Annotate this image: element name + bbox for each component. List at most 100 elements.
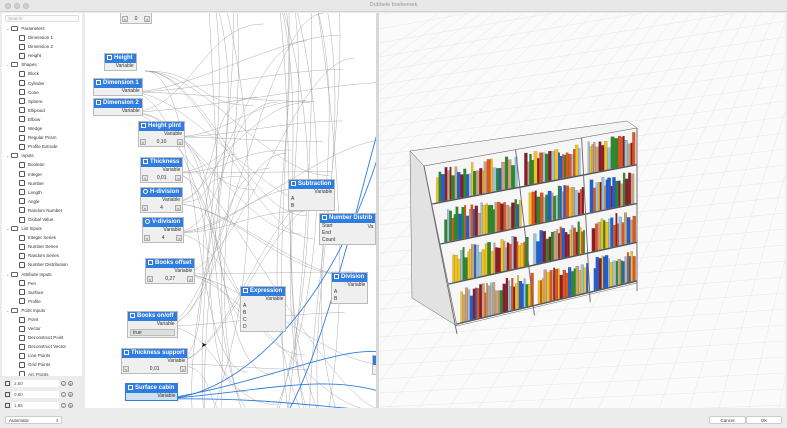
node-subtraction[interactable]: Subtraction Variable AB <box>288 179 336 211</box>
library-item[interactable]: Ellipsoid <box>2 106 82 115</box>
stepper[interactable]: <0,01 > <box>122 365 187 373</box>
minus-icon[interactable]: − <box>61 403 66 408</box>
node-h-division[interactable]: H-division Variable <4 > <box>140 187 184 213</box>
node-height-plint[interactable]: Height plint Variable <0,10 > <box>138 121 185 147</box>
library-item[interactable]: Integer Series <box>2 233 82 242</box>
input-port[interactable]: End <box>320 230 375 237</box>
library-item[interactable]: Regular Prism <box>2 133 82 142</box>
increment-button[interactable]: > <box>176 235 183 241</box>
library-item[interactable]: Block <box>2 69 82 78</box>
minus-icon[interactable]: − <box>61 381 66 386</box>
stepper[interactable]: <0,01 > <box>141 174 182 182</box>
node-expression[interactable]: Expression Variable ABCD <box>240 286 287 332</box>
library-item[interactable]: Cylinder <box>2 79 82 88</box>
library-item[interactable]: Length <box>2 188 82 197</box>
library-item[interactable]: Deconstruct Vector <box>2 342 82 351</box>
node-dimension-2[interactable]: Dimension 2 Variable <box>93 98 143 116</box>
decrement-button[interactable]: < <box>144 235 150 241</box>
chevron-down-icon[interactable]: ⌄ <box>6 60 9 69</box>
library-item[interactable]: Global Value <box>2 215 82 224</box>
stepper[interactable]: <4 > <box>141 204 182 212</box>
chevron-down-icon[interactable]: ⌄ <box>6 270 9 279</box>
output-port[interactable]: Variable <box>105 63 136 70</box>
output-port[interactable]: Variable <box>94 108 142 115</box>
category-shapes[interactable]: ⌄ Shapes <box>2 60 82 69</box>
output-port[interactable]: Variable <box>141 167 182 174</box>
library-item[interactable]: Random Series <box>2 251 82 260</box>
options-icon[interactable]: ≡ <box>68 381 73 386</box>
library-item[interactable]: Grid Points <box>2 360 82 369</box>
library-item[interactable]: Integer <box>2 170 82 179</box>
node-thickness-support[interactable]: Thickness support Variable <0,01 > <box>121 348 189 374</box>
output-port[interactable]: Variable <box>94 88 142 95</box>
library-item[interactable]: Random Number <box>2 206 82 215</box>
library-item[interactable]: Dimension 2 <box>2 42 82 51</box>
decrement-button[interactable]: < <box>140 139 146 145</box>
stepper[interactable]: <0,27 > <box>146 275 194 283</box>
library-item[interactable]: Dimension 1 <box>2 33 82 42</box>
output-port[interactable]: Variable <box>128 321 177 328</box>
increment-button[interactable]: > <box>176 139 183 145</box>
options-icon[interactable]: ≡ <box>68 392 73 397</box>
library-item[interactable]: Deconstruct Point <box>2 333 82 342</box>
input-port[interactable]: D <box>241 324 285 331</box>
value-input[interactable]: 1,85 <box>12 402 59 409</box>
decrement-button[interactable]: < <box>142 205 148 211</box>
node-dimension-1[interactable]: Dimension 1 Variable <box>93 78 143 96</box>
library-item[interactable]: Angle <box>2 197 82 206</box>
node-number-distribution[interactable]: Number Distrib Va Start End Count <box>319 213 376 245</box>
chevron-down-icon[interactable]: ⌄ <box>6 224 9 233</box>
mode-select[interactable]: Automatic ⇕ <box>5 416 62 424</box>
output-port[interactable]: Variable <box>139 131 184 138</box>
category-parameters[interactable]: ⌄ Parameters <box>2 24 82 33</box>
library-item[interactable]: Number Distribution <box>2 260 82 269</box>
chevron-down-icon[interactable]: ⌄ <box>6 306 9 315</box>
library-item[interactable]: Number <box>2 179 82 188</box>
library-item[interactable]: Cone <box>2 88 82 97</box>
chevron-down-icon[interactable]: ⌄ <box>6 24 9 33</box>
library-item[interactable]: Height <box>2 51 82 60</box>
input-port[interactable]: Count <box>320 237 375 244</box>
input-port[interactable]: B <box>241 310 285 317</box>
increment-button[interactable]: > <box>187 276 194 282</box>
output-port[interactable]: Variable <box>332 282 367 289</box>
library-item[interactable]: Line Points <box>2 351 82 360</box>
input-port[interactable]: C <box>241 317 285 324</box>
library-item[interactable]: Profile Extrude <box>2 142 82 151</box>
search-input[interactable]: Search <box>5 15 79 22</box>
increment-button[interactable]: > <box>175 175 182 181</box>
increment-button[interactable]: > <box>175 205 181 211</box>
library-item[interactable]: Arc Points <box>2 370 82 376</box>
output-port[interactable]: Va <box>368 224 374 230</box>
node-surface-cabin[interactable]: Surface cabin Variable <box>125 383 179 401</box>
decrement-button[interactable]: < <box>147 276 153 282</box>
increment-button[interactable]: > <box>144 16 150 22</box>
node-top[interactable]: Variable <0> <box>120 13 152 24</box>
value-input[interactable]: 0,60 <box>12 391 59 398</box>
category-point-inputs[interactable]: ⌄ Point Inputs <box>2 306 82 315</box>
options-icon[interactable]: ≡ <box>68 403 73 408</box>
output-port[interactable]: Variable <box>143 227 183 234</box>
category-inputs[interactable]: ⌄ Inputs <box>2 151 82 160</box>
stepper[interactable]: <0 > <box>121 15 151 23</box>
stepper[interactable]: <4 > <box>143 234 183 242</box>
input-port[interactable]: B <box>289 203 334 210</box>
library-item[interactable]: Point <box>2 315 82 324</box>
output-port[interactable]: Variable <box>141 197 182 204</box>
chevron-down-icon[interactable]: ⌄ <box>6 151 9 160</box>
node-thickness[interactable]: Thickness Variable <0,01 > <box>140 157 184 183</box>
input-port[interactable]: A <box>241 303 285 310</box>
output-port[interactable]: Variable <box>122 358 187 365</box>
output-port[interactable]: Variable <box>289 189 334 196</box>
library-item[interactable]: Vector <box>2 324 82 333</box>
node-height[interactable]: Height Variable <box>104 53 137 71</box>
node-books-offset[interactable]: Books offset Variable <0,27 > <box>145 258 196 284</box>
output-port[interactable]: Variable <box>241 296 285 303</box>
ok-button[interactable]: OK <box>746 416 782 424</box>
category-attribute-inputs[interactable]: ⌄ Attribute Inputs <box>2 270 82 279</box>
library-item[interactable]: Number Series <box>2 242 82 251</box>
library-item[interactable]: Boolean <box>2 160 82 169</box>
output-port[interactable]: Variable <box>126 393 178 400</box>
decrement-button[interactable]: < <box>122 16 128 22</box>
value-input[interactable]: 2,50 <box>12 380 59 387</box>
